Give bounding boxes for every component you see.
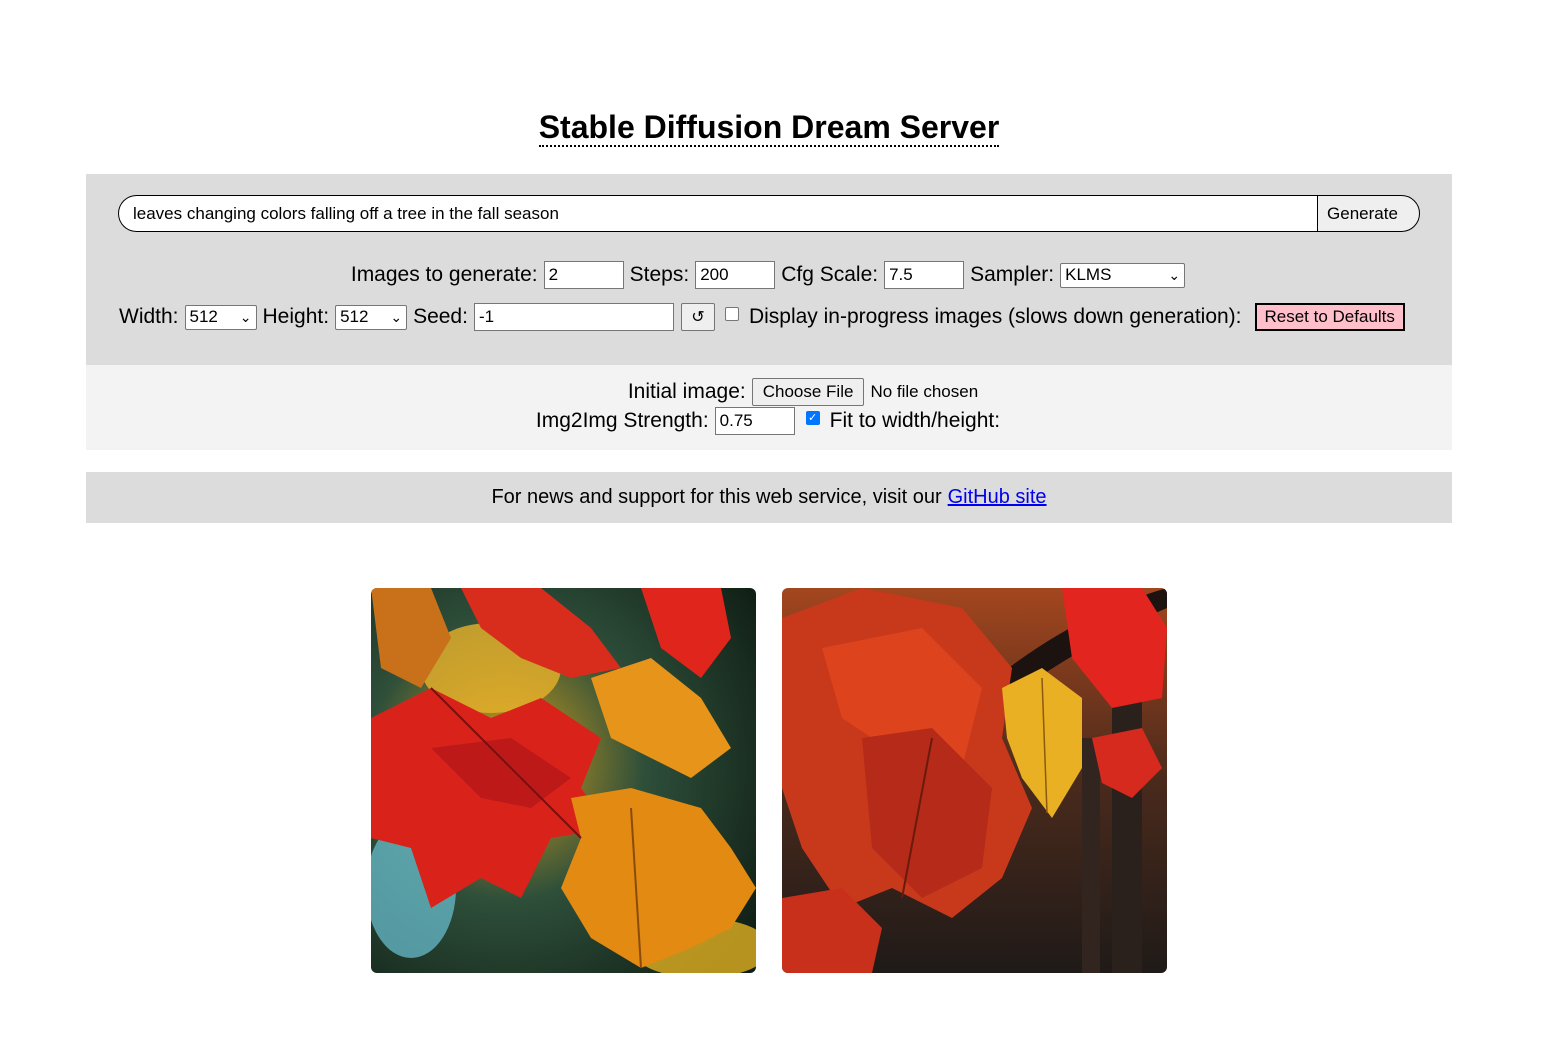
seed-label: Seed: (413, 305, 468, 328)
news-text: For news and support for this web servic… (491, 486, 942, 508)
height-select[interactable]: 512 ⌄ (335, 304, 408, 330)
fit-label: Fit to width/height: (829, 409, 1001, 432)
steps-label: Steps: (629, 263, 690, 286)
fit-checkbox[interactable]: ✓ (805, 411, 820, 425)
width-select[interactable]: 512 ⌄ (184, 304, 257, 330)
strength-label: Img2Img Strength: (535, 409, 709, 432)
width-label: Width: (119, 305, 179, 328)
seed-input[interactable] (473, 303, 674, 331)
cfg-label: Cfg Scale: (781, 263, 879, 286)
reset-defaults-button[interactable]: Reset to Defaults (1254, 303, 1405, 331)
img2img-panel: Initial image: Choose File No file chose… (86, 365, 1452, 450)
prompt-input[interactable] (118, 195, 1317, 232)
chevron-down-icon: ⌄ (390, 308, 403, 325)
choose-file-button[interactable]: Choose File (751, 378, 865, 406)
result-image-2[interactable] (782, 588, 1167, 973)
news-banner: For news and support for this web servic… (86, 472, 1452, 523)
page-title: Stable Diffusion Dream Server (0, 108, 1538, 147)
sampler-value: KLMS (1065, 265, 1112, 284)
generate-button[interactable]: Generate (1317, 195, 1420, 232)
progress-images-checkbox[interactable] (724, 307, 739, 321)
images-label: Images to generate: (350, 263, 538, 286)
height-value: 512 (340, 307, 369, 326)
cfg-input[interactable] (884, 261, 965, 289)
strength-input[interactable] (714, 407, 795, 435)
result-image-2-graphic (782, 588, 1167, 973)
file-status-text: No file chosen (870, 382, 979, 401)
progress-images-label: Display in-progress images (slows down g… (748, 305, 1242, 328)
options-row-2: Width: 512 ⌄ Height: 512 ⌄ Seed: ↺ Displ… (119, 303, 1459, 331)
dream-server-page: Stable Diffusion Dream Server Generate I… (0, 0, 1558, 1039)
height-label: Height: (262, 305, 330, 328)
page-title-text: Stable Diffusion Dream Server (538, 109, 1000, 147)
sampler-label: Sampler: (970, 263, 1055, 286)
initial-image-label: Initial image: (627, 380, 746, 403)
result-image-1-graphic (371, 588, 756, 973)
options-row-1: Images to generate: Steps: Cfg Scale: Sa… (86, 261, 1454, 289)
generation-panel: Generate Images to generate: Steps: Cfg … (86, 174, 1452, 365)
initial-image-row: Initial image: Choose File No file chose… (86, 378, 1486, 406)
chevron-down-icon: ⌄ (1168, 266, 1181, 283)
sampler-select[interactable]: KLMS ⌄ (1060, 262, 1186, 288)
result-image-1[interactable] (371, 588, 756, 973)
strength-row: Img2Img Strength: ✓ Fit to width/height: (86, 407, 1454, 435)
steps-input[interactable] (695, 261, 776, 289)
github-link[interactable]: GitHub site (948, 486, 1047, 509)
refresh-icon: ↺ (691, 309, 705, 326)
images-input[interactable] (543, 261, 624, 289)
reset-seed-button[interactable]: ↺ (680, 303, 715, 331)
width-value: 512 (189, 307, 218, 326)
prompt-row: Generate (118, 195, 1420, 232)
chevron-down-icon: ⌄ (239, 308, 252, 325)
